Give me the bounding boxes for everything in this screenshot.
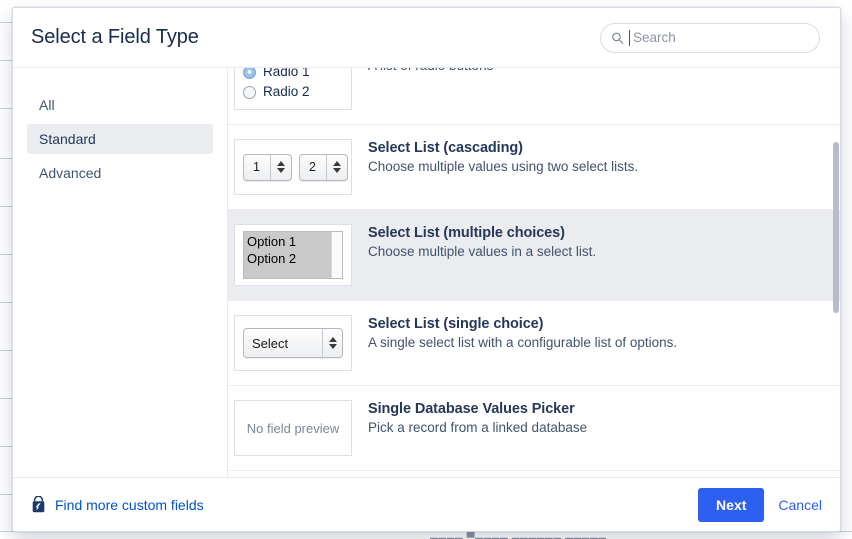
- field-preview-radio: Radio 1 Radio 2: [234, 68, 352, 110]
- multi-select-listbox[interactable]: Option 1 Option 2: [243, 231, 343, 279]
- listbox-scrollbar[interactable]: [331, 232, 342, 278]
- field-title: Select List (multiple choices): [368, 225, 565, 241]
- field-text: Select List (cascading) Choose multiple …: [368, 139, 638, 174]
- table-row[interactable]: Radio 1 Radio 2 A list of radio buttons: [228, 68, 840, 125]
- scrollbar-thumb[interactable]: [833, 141, 839, 314]
- backdrop-line: [0, 60, 12, 61]
- radio-selected-icon: [243, 68, 256, 79]
- listbox-options: Option 1 Option 2: [244, 232, 331, 278]
- page-title: Select a Field Type: [31, 26, 199, 48]
- table-row[interactable]: 1 2 Select List (cascading) Choose multi…: [228, 125, 840, 210]
- text-caret: [629, 29, 630, 46]
- listbox-option[interactable]: Option 1: [247, 233, 328, 250]
- field-description: A single select list with a configurable…: [368, 335, 678, 350]
- field-description: Choose multiple values in a select list.: [368, 244, 597, 259]
- stepper-arrows-icon: [270, 154, 291, 180]
- sidebar-item-standard[interactable]: Standard: [27, 124, 213, 154]
- select-field-type-dialog: Select a Field Type All Standard Advance…: [12, 7, 841, 532]
- backdrop-line: [0, 446, 12, 447]
- backdrop-line: [0, 108, 12, 109]
- no-preview-label: No field preview: [246, 420, 340, 436]
- field-type-scroll-content: Radio 1 Radio 2 A list of radio buttons: [228, 68, 840, 477]
- field-title: Select List (cascading): [368, 140, 523, 156]
- table-row[interactable]: SRTESTPRJ-2 my summary Single Issue Pick…: [228, 471, 840, 477]
- sidebar-item-all[interactable]: All: [27, 90, 213, 120]
- backdrop-line: [0, 398, 12, 399]
- radio-option[interactable]: Radio 1: [243, 68, 343, 82]
- field-preview-single-select: Select: [234, 315, 352, 371]
- sidebar-item-label: All: [39, 97, 55, 113]
- listbox-option[interactable]: Option 2: [247, 250, 328, 267]
- field-title: Select List (single choice): [368, 316, 544, 332]
- single-select-dropdown[interactable]: Select: [243, 328, 343, 358]
- field-title: Single Database Values Picker: [368, 401, 575, 417]
- dialog-body: All Standard Advanced Radio 1 Radio 2 1 …: [13, 68, 840, 477]
- backdrop-text: ▄▄▄▄ ▀▄▄▄▄ ▄▄▄▄▄▄ ▄▄▄▄▄: [430, 532, 607, 539]
- cascading-select-second[interactable]: 2: [299, 153, 348, 181]
- stepper-arrows-icon: [326, 154, 347, 180]
- backdrop-line: [0, 254, 12, 255]
- list-scrollbar[interactable]: [832, 68, 840, 477]
- sidebar-item-advanced[interactable]: Advanced: [27, 158, 213, 188]
- cancel-button[interactable]: Cancel: [778, 497, 822, 513]
- backdrop-line: [0, 158, 12, 159]
- next-button[interactable]: Next: [698, 487, 765, 522]
- category-sidebar: All Standard Advanced: [13, 68, 228, 477]
- field-preview-cascading-select: 1 2: [234, 139, 352, 195]
- select-value: 2: [309, 160, 316, 174]
- backdrop-line: [0, 22, 12, 23]
- footer-actions: Next Cancel: [698, 487, 822, 522]
- stepper-arrows-icon: [322, 329, 342, 357]
- marketplace-bag-icon: [32, 496, 45, 513]
- radio-option[interactable]: Radio 2: [243, 82, 343, 102]
- field-description: A list of radio buttons: [368, 68, 493, 73]
- table-row[interactable]: No field preview Single Database Values …: [228, 386, 840, 471]
- backdrop-line: [0, 350, 12, 351]
- radio-option-label: Radio 1: [263, 68, 310, 79]
- dialog-header: Select a Field Type: [13, 8, 840, 68]
- radio-unselected-icon: [243, 85, 256, 99]
- field-text: Select List (multiple choices) Choose mu…: [368, 224, 596, 259]
- radio-option-label: Radio 2: [263, 84, 310, 99]
- field-text: Select List (single choice) A single sel…: [368, 315, 677, 350]
- table-row[interactable]: Select Select List (single choice) A sin…: [228, 301, 840, 386]
- field-type-list[interactable]: Radio 1 Radio 2 A list of radio buttons: [228, 68, 840, 477]
- field-description: Choose multiple values using two select …: [368, 159, 639, 174]
- field-text: A list of radio buttons: [368, 68, 493, 73]
- field-preview-none: No field preview: [234, 400, 352, 456]
- cascading-select-first[interactable]: 1: [243, 153, 292, 181]
- backdrop-line: [0, 302, 12, 303]
- backdrop-line: [0, 494, 12, 495]
- table-row-selected[interactable]: Option 1 Option 2 Select List (multiple …: [228, 210, 840, 301]
- backdrop-line: [0, 206, 12, 207]
- search-field[interactable]: [600, 22, 820, 53]
- find-more-label: Find more custom fields: [55, 496, 204, 513]
- sidebar-item-label: Advanced: [39, 165, 102, 181]
- search-input[interactable]: [600, 22, 820, 53]
- field-text: Single Database Values Picker Pick a rec…: [368, 400, 587, 435]
- sidebar-item-label: Standard: [39, 131, 96, 147]
- select-value: Select: [252, 335, 289, 351]
- find-more-custom-fields-link[interactable]: Find more custom fields: [31, 496, 204, 513]
- select-value: 1: [253, 160, 260, 174]
- dialog-footer: Find more custom fields Next Cancel: [13, 477, 840, 531]
- field-description: Pick a record from a linked database: [368, 420, 588, 435]
- field-preview-multi-listbox: Option 1 Option 2: [234, 224, 352, 286]
